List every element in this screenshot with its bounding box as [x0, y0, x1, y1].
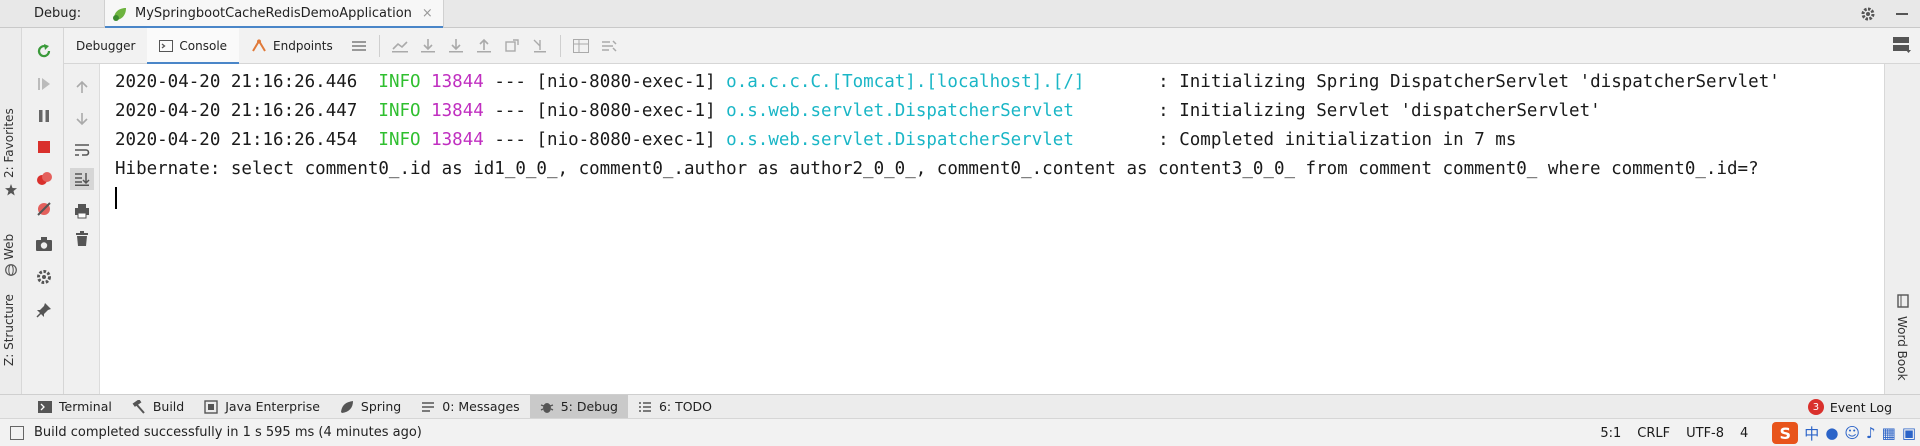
event-log-button[interactable]: 3 Event Log: [1807, 395, 1892, 419]
clear-all-icon[interactable]: [70, 228, 94, 250]
hammer-icon: [132, 399, 146, 414]
right-tool-strip: Word Book: [1884, 64, 1920, 394]
debug-label: Debug:: [34, 6, 82, 21]
word-book-strip-button[interactable]: Word Book: [1895, 316, 1909, 381]
view-breakpoints-icon[interactable]: [33, 168, 55, 190]
resume-icon[interactable]: [33, 73, 55, 95]
console-output[interactable]: 2020-04-20 21:16:26.446 INFO 13844 --- […: [100, 64, 1884, 394]
close-tab-icon[interactable]: ×: [422, 6, 433, 21]
console-icon: [159, 39, 174, 52]
file-encoding[interactable]: UTF-8: [1686, 426, 1724, 441]
todo-tool-button[interactable]: 6: TODO: [628, 395, 722, 419]
spring-boot-icon: [113, 7, 126, 21]
soft-wrap-icon[interactable]: [70, 139, 94, 161]
todo-icon: [638, 401, 652, 413]
hibernate-sql-line: Hibernate: select comment0_.id as id1_0_…: [115, 159, 1759, 179]
ime-tools-icon[interactable]: ▣: [1902, 424, 1916, 442]
trace-stream-icon[interactable]: [595, 32, 623, 60]
settings-icon[interactable]: [33, 266, 55, 288]
build-tool-button[interactable]: Build: [122, 395, 194, 419]
run-to-cursor-icon[interactable]: [526, 32, 554, 60]
left-tool-strip: 2: Favorites Web Z: Structure: [0, 28, 22, 394]
messages-tool-button[interactable]: 0: Messages: [411, 395, 529, 419]
log-line: 2020-04-20 21:16:26.454 INFO 13844 --- […: [115, 130, 1517, 150]
debug-actions-column: [22, 28, 64, 394]
favorites-strip-button[interactable]: 2: Favorites: [2, 108, 16, 178]
spring-leaf-icon: [340, 400, 354, 414]
ime-punctuation-icon[interactable]: ●: [1825, 424, 1838, 442]
web-strip-button[interactable]: Web: [2, 234, 16, 260]
tab-console-label: Console: [179, 38, 228, 53]
caret-position[interactable]: 5:1: [1600, 426, 1621, 441]
ime-emoji-icon[interactable]: ☺: [1844, 424, 1860, 442]
indent-setting[interactable]: 4: [1740, 426, 1748, 441]
console-input-line[interactable]: [115, 184, 1884, 213]
log-line: 2020-04-20 21:16:26.446 INFO 13844 --- […: [115, 72, 1780, 92]
down-arrow-icon[interactable]: [70, 108, 94, 130]
ime-language-label[interactable]: 中: [1804, 423, 1819, 444]
pin-icon[interactable]: [33, 299, 55, 321]
log-line: 2020-04-20 21:16:26.447 INFO 13844 --- […: [115, 101, 1601, 121]
debug-tool-window: Debug: MySpringbootCacheRedisDemoApplica…: [0, 0, 1920, 446]
step-out-icon[interactable]: [470, 32, 498, 60]
event-log-badge: 3: [1807, 399, 1824, 415]
rerun-icon[interactable]: [33, 40, 55, 62]
text-caret: [115, 187, 117, 209]
structure-strip-button[interactable]: Z: Structure: [2, 294, 16, 366]
debug-title-bar: Debug: MySpringbootCacheRedisDemoApplica…: [0, 0, 1920, 29]
tab-console[interactable]: Console: [147, 27, 240, 65]
ime-voice-icon[interactable]: ♪: [1866, 424, 1876, 442]
star-icon: [5, 184, 17, 196]
ime-keyboard-icon[interactable]: ▦: [1882, 424, 1896, 442]
messages-icon: [421, 401, 435, 413]
spring-tool-button[interactable]: Spring: [330, 395, 411, 419]
restore-layout-icon[interactable]: [345, 32, 373, 60]
terminal-icon: [38, 400, 52, 413]
minimize-icon[interactable]: [1892, 4, 1912, 24]
mute-breakpoints-icon[interactable]: [33, 198, 55, 220]
sogou-ime-icon[interactable]: S: [1772, 422, 1799, 444]
tab-endpoints-label: Endpoints: [273, 38, 333, 53]
tool-windows-toggle-icon[interactable]: [10, 425, 24, 440]
debug-tool-button[interactable]: 5: Debug: [529, 394, 628, 419]
run-tab-label: MySpringbootCacheRedisDemoApplication: [135, 6, 412, 21]
ime-toolbar[interactable]: S 中 ● ☺ ♪ ▦ ▣: [1772, 422, 1916, 444]
tab-debugger[interactable]: Debugger: [64, 28, 147, 64]
settings-gear-icon[interactable]: [1858, 4, 1878, 24]
show-execution-point-icon[interactable]: [386, 32, 414, 60]
java-enterprise-icon: [204, 399, 218, 414]
book-icon: [1897, 294, 1909, 308]
console-actions-column: [64, 64, 100, 394]
tool-window-bar: Terminal Build Java Enterprise Spring 0:…: [0, 394, 1920, 419]
status-message[interactable]: Build completed successfully in 1 s 595 …: [34, 425, 422, 440]
pause-icon[interactable]: [33, 105, 55, 127]
step-into-icon[interactable]: [442, 32, 470, 60]
camera-icon[interactable]: [33, 233, 55, 255]
endpoints-icon: [251, 38, 267, 53]
tab-debugger-label: Debugger: [76, 38, 136, 53]
stop-icon[interactable]: [33, 136, 55, 158]
scroll-to-end-icon[interactable]: [70, 168, 94, 190]
print-icon[interactable]: [70, 200, 94, 222]
globe-icon: [5, 264, 17, 276]
terminal-tool-button[interactable]: Terminal: [28, 395, 122, 419]
run-configuration-tab[interactable]: MySpringbootCacheRedisDemoApplication ×: [104, 0, 444, 29]
status-bar: Build completed successfully in 1 s 595 …: [0, 418, 1920, 446]
drop-frame-icon[interactable]: [498, 32, 526, 60]
evaluate-expression-icon[interactable]: [567, 32, 595, 60]
step-over-icon[interactable]: [414, 32, 442, 60]
tab-endpoints[interactable]: Endpoints: [239, 28, 345, 64]
line-separator[interactable]: CRLF: [1637, 426, 1670, 441]
java-enterprise-tool-button[interactable]: Java Enterprise: [194, 395, 330, 419]
layout-settings-icon[interactable]: [1892, 36, 1912, 58]
up-arrow-icon[interactable]: [70, 76, 94, 98]
debug-tab-toolbar: Debugger Console Endpoints: [64, 27, 1920, 65]
bug-icon: [540, 400, 554, 414]
